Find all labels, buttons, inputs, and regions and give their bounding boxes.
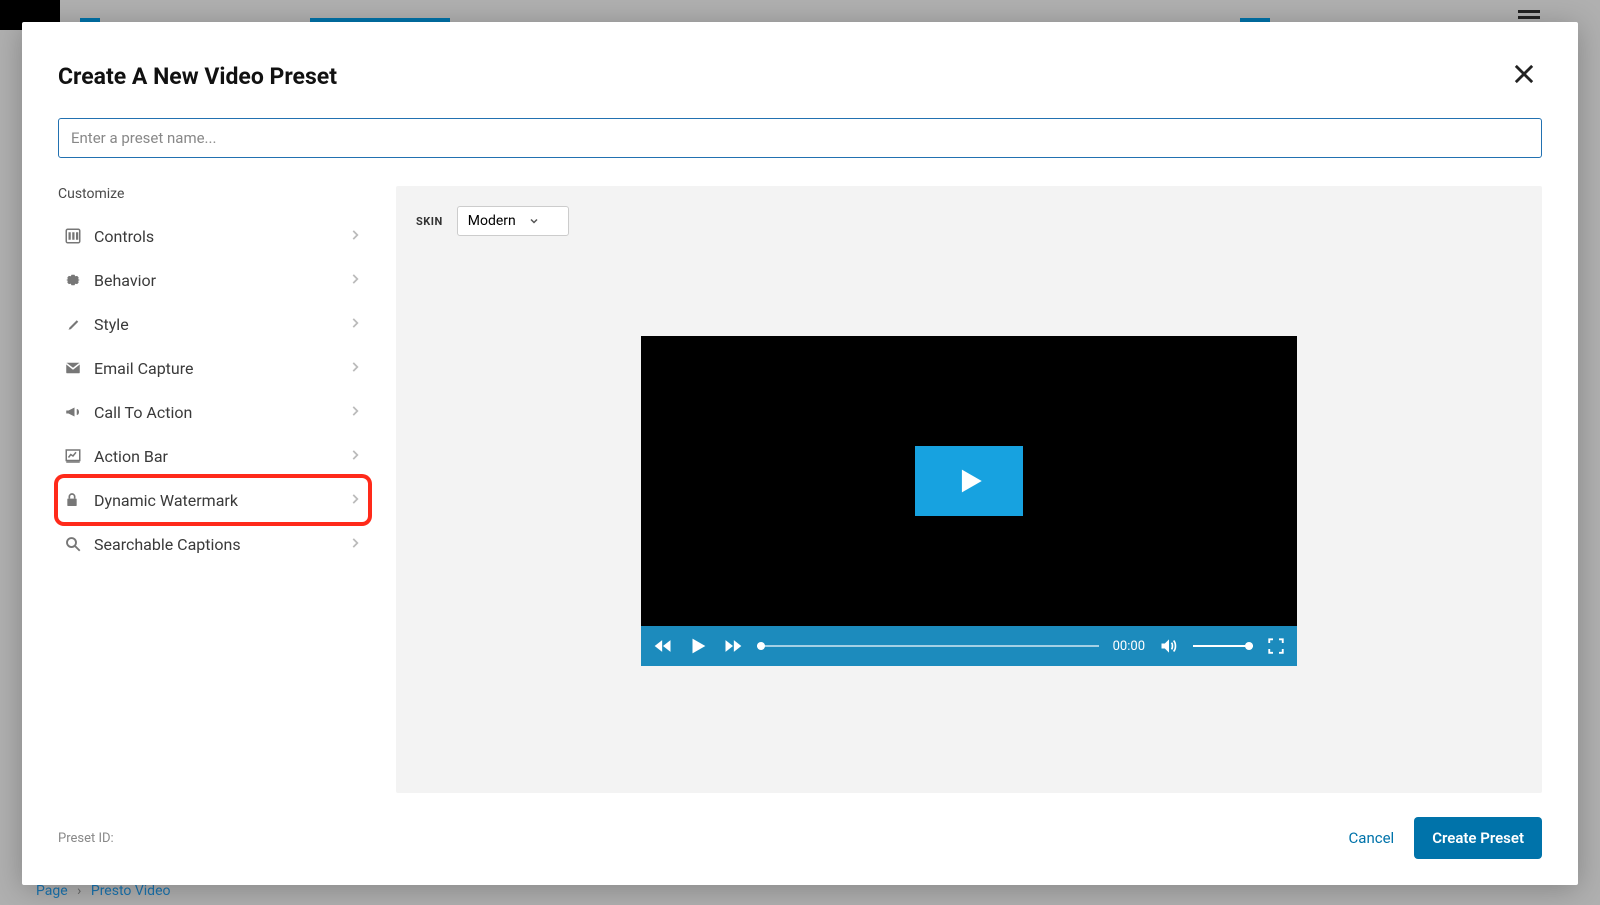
sidebar-item-action-bar[interactable]: Action Bar: [58, 434, 368, 478]
chevron-down-icon: [528, 215, 540, 227]
close-icon: [1510, 60, 1538, 88]
chevron-right-icon: [348, 359, 362, 378]
modal-header: Create A New Video Preset: [58, 56, 1542, 96]
mail-icon: [64, 359, 94, 377]
sidebar-item-email-capture[interactable]: Email Capture: [58, 346, 368, 390]
chart-icon: [64, 447, 94, 465]
sidebar-item-label: Call To Action: [94, 403, 348, 422]
time-display: 00:00: [1113, 639, 1145, 654]
volume-track[interactable]: [1193, 645, 1253, 647]
breadcrumb-current[interactable]: Presto Video: [91, 883, 171, 899]
preset-name-input[interactable]: [58, 118, 1542, 158]
sidebar-item-behavior[interactable]: Behavior: [58, 258, 368, 302]
sidebar-item-dynamic-watermark[interactable]: Dynamic Watermark: [58, 478, 368, 522]
sidebar-item-label: Action Bar: [94, 447, 348, 466]
modal-footer: Preset ID: Cancel Create Preset: [58, 793, 1542, 859]
sidebar-item-style[interactable]: Style: [58, 302, 368, 346]
preset-id-label: Preset ID:: [58, 831, 114, 846]
volume-icon: [1159, 636, 1179, 656]
fast-forward-button[interactable]: [723, 636, 743, 656]
controls-icon: [64, 227, 94, 245]
sidebar-item-label: Behavior: [94, 271, 348, 290]
chevron-right-icon: [348, 315, 362, 334]
sidebar-item-label: Style: [94, 315, 348, 334]
lock-icon: [64, 491, 94, 509]
sidebar-item-label: Controls: [94, 227, 348, 246]
skin-select[interactable]: Modern: [457, 206, 569, 236]
create-preset-modal: Create A New Video Preset Customize Cont…: [22, 22, 1578, 885]
customize-sidebar: Customize Controls Behavior Style Email Cap…: [58, 186, 368, 793]
skin-selected-value: Modern: [468, 213, 516, 229]
skin-label: SKIN: [416, 215, 443, 228]
video-area[interactable]: [641, 336, 1297, 626]
play-icon: [952, 464, 986, 498]
fast-forward-icon: [723, 636, 743, 656]
progress-handle[interactable]: [757, 642, 765, 650]
rewind-icon: [653, 636, 673, 656]
megaphone-icon: [64, 403, 94, 421]
sidebar-item-label: Email Capture: [94, 359, 348, 378]
skin-row: SKIN Modern: [416, 206, 1522, 236]
breadcrumb-page[interactable]: Page: [36, 883, 68, 899]
progress-track[interactable]: [757, 645, 1099, 647]
cancel-button[interactable]: Cancel: [1349, 829, 1395, 847]
video-player-preview: 00:00: [641, 336, 1297, 666]
modal-title: Create A New Video Preset: [58, 63, 337, 90]
chevron-right-icon: [348, 403, 362, 422]
sidebar-item-label: Searchable Captions: [94, 535, 348, 554]
fullscreen-icon: [1267, 637, 1285, 655]
chevron-right-icon: [348, 271, 362, 290]
breadcrumb: Page › Presto Video: [36, 883, 170, 899]
chevron-right-icon: [348, 447, 362, 466]
sidebar-item-call-to-action[interactable]: Call To Action: [58, 390, 368, 434]
create-preset-button[interactable]: Create Preset: [1414, 817, 1542, 859]
breadcrumb-separator: ›: [77, 883, 81, 899]
sidebar-item-label: Dynamic Watermark: [94, 491, 348, 510]
customize-section-label: Customize: [58, 186, 368, 202]
volume-button[interactable]: [1159, 636, 1179, 656]
chevron-right-icon: [348, 491, 362, 510]
chevron-right-icon: [348, 535, 362, 554]
sidebar-item-controls[interactable]: Controls: [58, 214, 368, 258]
close-button[interactable]: [1506, 56, 1542, 96]
fullscreen-button[interactable]: [1267, 637, 1285, 655]
rewind-button[interactable]: [653, 636, 673, 656]
search-icon: [64, 535, 94, 553]
play-overlay-button[interactable]: [915, 446, 1023, 516]
play-icon: [687, 635, 709, 657]
brush-icon: [64, 315, 94, 333]
play-button[interactable]: [687, 635, 709, 657]
volume-handle[interactable]: [1245, 642, 1253, 650]
chevron-right-icon: [348, 227, 362, 246]
video-control-bar: 00:00: [641, 626, 1297, 666]
preview-panel: SKIN Modern: [396, 186, 1542, 793]
gear-icon: [64, 271, 94, 289]
sidebar-item-searchable-captions[interactable]: Searchable Captions: [58, 522, 368, 566]
